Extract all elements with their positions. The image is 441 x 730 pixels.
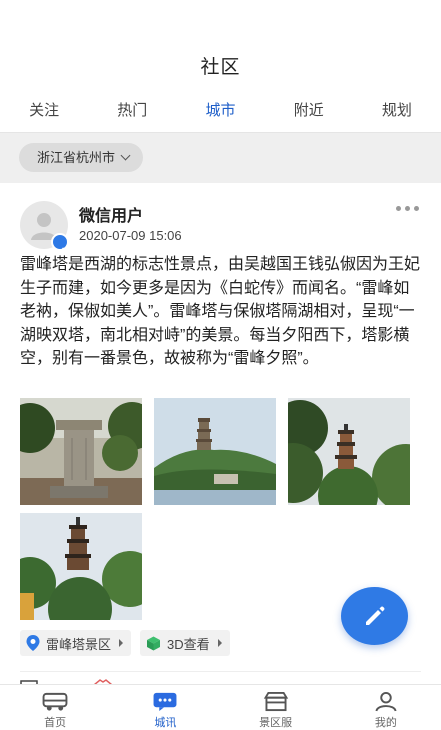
post-photo[interactable] bbox=[288, 398, 410, 505]
chevron-right-icon bbox=[217, 639, 222, 647]
nav-home-label: 首页 bbox=[44, 717, 67, 729]
nav-home[interactable]: 首页 bbox=[0, 685, 110, 730]
tab-city[interactable]: 城市 bbox=[176, 97, 264, 135]
post-username[interactable]: 微信用户 bbox=[79, 202, 143, 226]
person-icon bbox=[375, 691, 397, 712]
tab-hot[interactable]: 热门 bbox=[88, 97, 176, 132]
avatar[interactable] bbox=[20, 201, 71, 252]
region-selector[interactable]: 浙江省杭州市 bbox=[19, 143, 144, 172]
nav-profile[interactable]: 我的 bbox=[331, 685, 441, 730]
store-icon bbox=[263, 691, 288, 712]
nav-community[interactable]: 城讯 bbox=[110, 685, 220, 730]
location-tag[interactable]: 雷峰塔景区 bbox=[20, 630, 132, 656]
nav-community-label: 城讯 bbox=[154, 717, 177, 729]
tab-bar: 关注 热门 城市 附近 规划 bbox=[0, 97, 441, 135]
verified-badge-icon bbox=[51, 233, 71, 252]
chevron-right-icon bbox=[119, 639, 124, 647]
region-label: 浙江省杭州市 bbox=[37, 150, 116, 165]
nav-profile-label: 我的 bbox=[374, 717, 397, 729]
filter-bar: 浙江省杭州市 bbox=[0, 133, 441, 183]
nav-scenic[interactable]: 景区服 bbox=[221, 685, 331, 730]
location-pin-icon bbox=[26, 635, 40, 651]
location-label: 雷峰塔景区 bbox=[46, 636, 112, 652]
view-3d-tag[interactable]: 3D查看 bbox=[140, 630, 230, 656]
pencil-icon bbox=[365, 606, 384, 625]
view-3d-label: 3D查看 bbox=[167, 636, 210, 652]
nav-scenic-label: 景区服 bbox=[259, 717, 293, 729]
tab-plan[interactable]: 规划 bbox=[353, 97, 441, 132]
page-title: 社区 bbox=[200, 57, 241, 78]
bus-icon bbox=[42, 692, 68, 711]
post-photo[interactable] bbox=[20, 513, 142, 620]
compose-post-button[interactable] bbox=[341, 587, 408, 645]
post-photo[interactable] bbox=[154, 398, 276, 505]
post-photo[interactable] bbox=[20, 398, 142, 505]
chevron-down-icon bbox=[120, 150, 131, 161]
more-options-icon[interactable] bbox=[396, 206, 419, 211]
chat-icon bbox=[153, 692, 177, 712]
post-time: 2020-07-09 15:06 bbox=[79, 228, 182, 243]
tag-row: 雷峰塔景区 3D查看 bbox=[20, 630, 230, 656]
bottom-navigation: 首页 城讯 景区服 我的 bbox=[0, 684, 441, 730]
post-actions bbox=[20, 671, 421, 686]
cube-icon bbox=[147, 636, 161, 650]
tab-nearby[interactable]: 附近 bbox=[265, 97, 353, 132]
post-content: 雷峰塔是西湖的标志性景点，由吴越国王钱弘俶因为王妃生子而建，如今更多是因为《白蛇… bbox=[20, 256, 421, 367]
tab-follow[interactable]: 关注 bbox=[0, 97, 88, 132]
